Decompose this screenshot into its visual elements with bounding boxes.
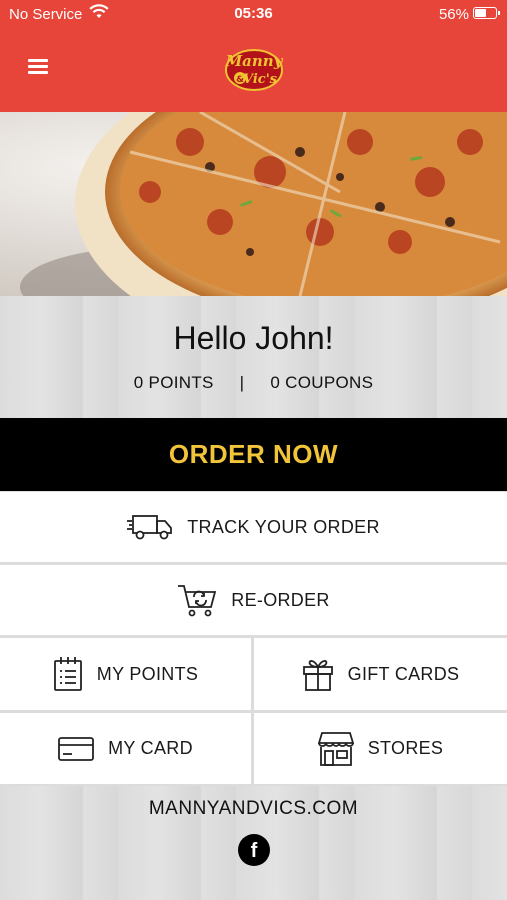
stores-button[interactable]: STORES	[254, 713, 507, 784]
notepad-icon	[53, 657, 82, 691]
stores-label: STORES	[367, 738, 444, 758]
reorder-button[interactable]: RE-ORDER	[0, 565, 507, 635]
track-order-button[interactable]: TRACK YOUR ORDER	[0, 492, 507, 562]
order-now-button[interactable]: ORDER NOW	[0, 418, 507, 491]
my-points-button[interactable]: MY POINTS	[0, 638, 251, 710]
svg-text:Manny: Manny	[225, 52, 284, 70]
battery-icon	[473, 7, 500, 19]
my-card-button[interactable]: MY CARD	[0, 713, 251, 784]
delivery-truck-icon	[127, 515, 173, 540]
gift-cards-button[interactable]: GIFT CARDS	[254, 638, 507, 710]
gift-icon	[302, 660, 333, 691]
gift-cards-label: GIFT CARDS	[347, 663, 460, 684]
svg-text:Vic's: Vic's	[243, 72, 278, 87]
greeting-title: Hello John!	[173, 320, 334, 356]
brand-logo[interactable]: Manny & Vic's	[221, 40, 287, 94]
facebook-icon[interactable]: f	[238, 834, 270, 866]
my-points-label: MY POINTS	[96, 663, 199, 684]
clock: 05:36	[234, 5, 273, 22]
hamburger-menu-icon[interactable]	[28, 59, 48, 75]
status-bar: No Service 05:36 56%	[0, 0, 507, 28]
stats-separator: |	[239, 373, 245, 392]
website-link[interactable]: MANNYANDVICS.COM	[0, 798, 507, 820]
pizza-hero-image	[0, 112, 507, 296]
battery-percent: 56%	[438, 6, 469, 23]
coupons-count: 0 COUPONS	[270, 373, 374, 392]
credit-card-icon	[58, 736, 95, 761]
wood-background	[0, 296, 507, 418]
storefront-icon	[317, 731, 354, 766]
rewards-summary: 0 POINTS | 0 COUPONS	[0, 373, 507, 393]
cart-refresh-icon	[178, 585, 217, 617]
my-card-label: MY CARD	[108, 738, 193, 758]
reorder-label: RE-ORDER	[231, 589, 330, 610]
app-header: No Service 05:36 56% Manny & Vic's	[0, 0, 507, 112]
track-order-label: TRACK YOUR ORDER	[187, 516, 380, 537]
points-count: 0 POINTS	[133, 373, 214, 392]
